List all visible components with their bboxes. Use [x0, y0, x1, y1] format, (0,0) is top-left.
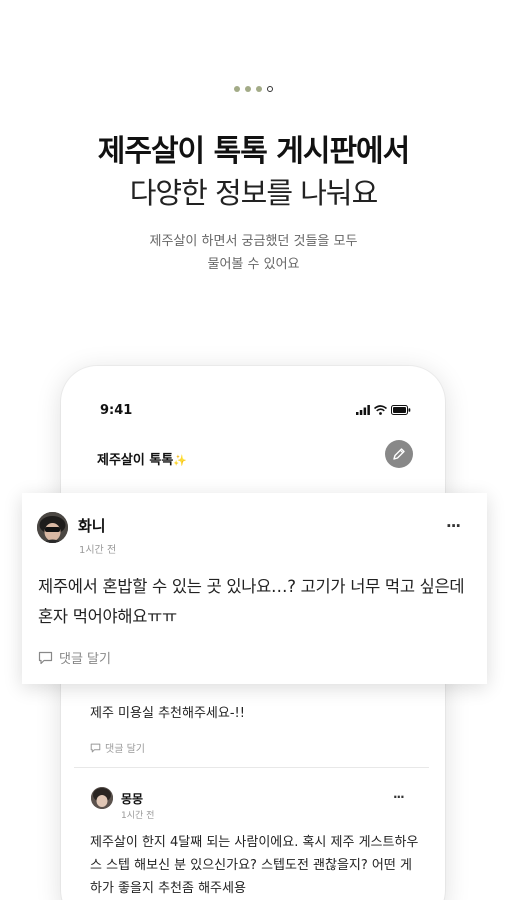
comment-label: 댓글 달기: [105, 744, 145, 755]
page-dot: [256, 86, 262, 92]
status-time: 9:41: [100, 403, 133, 418]
battery-icon: [391, 405, 411, 415]
post-text: 제주살이 한지 4달째 되는 사람이에요. 혹시 제주 게스트하우스 스텝 해보…: [90, 835, 419, 896]
signal-icon: [356, 405, 370, 415]
page-indicator: [0, 86, 507, 92]
description-line: 물어볼 수 있어요: [207, 257, 300, 272]
page-dot: [245, 86, 251, 92]
comment-button[interactable]: 댓글 달기: [38, 648, 111, 667]
board-title-text: 제주살이 톡톡: [97, 453, 174, 468]
post-text: 제주 미용실 추천해주세요-!!: [90, 706, 245, 721]
wifi-icon: [374, 405, 387, 415]
write-post-button[interactable]: [385, 440, 413, 468]
more-options-button[interactable]: ···: [393, 790, 405, 804]
sparkle-icon: ✨: [173, 454, 187, 467]
comment-icon: [38, 651, 53, 664]
board-title: 제주살이 톡톡✨: [97, 449, 187, 468]
more-options-button[interactable]: ···: [446, 517, 461, 535]
post-author: 몽몽: [121, 792, 144, 806]
comment-label: 댓글 달기: [59, 652, 111, 667]
avatar: [91, 787, 113, 809]
pencil-icon: [393, 448, 405, 460]
avatar: [37, 512, 68, 543]
status-icons: [356, 405, 411, 415]
post-time: 1시간 전: [121, 811, 155, 821]
post-time: 1시간 전: [79, 545, 117, 556]
post-author: 화니: [78, 517, 106, 535]
page-dot: [234, 86, 240, 92]
onboarding-screen: 제주살이 톡톡 게시판에서 다양한 정보를 나눠요 제주살이 하면서 궁금했던 …: [0, 0, 507, 900]
comment-icon: [90, 743, 101, 752]
description: 제주살이 하면서 궁금했던 것들을 모두 물어볼 수 있어요: [0, 230, 507, 276]
divider: [74, 767, 429, 768]
subheadline: 다양한 정보를 나눠요: [129, 176, 379, 210]
post-text: 제주에서 혼밥할 수 있는 곳 있나요…? 고기가 너무 먹고 싶은데 혼자 먹…: [38, 577, 465, 626]
comment-button[interactable]: 댓글 달기: [90, 740, 145, 755]
description-line: 제주살이 하면서 궁금했던 것들을 모두: [149, 234, 358, 249]
page-dot-current: [267, 86, 273, 92]
headline: 제주살이 톡톡 게시판에서: [97, 134, 411, 169]
